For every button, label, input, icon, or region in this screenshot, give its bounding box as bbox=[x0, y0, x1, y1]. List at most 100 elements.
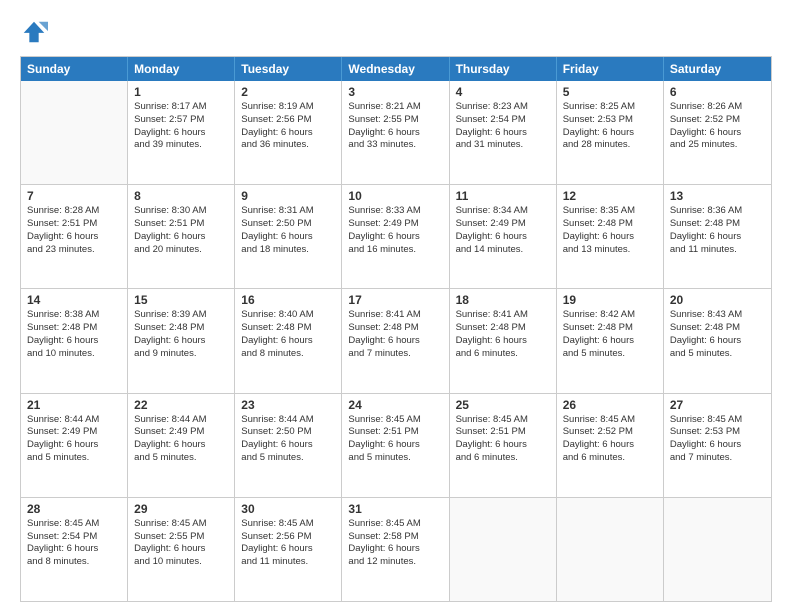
day-number: 3 bbox=[348, 85, 442, 99]
calendar-cell: 4 Sunrise: 8:23 AM Sunset: 2:54 PM Daylig… bbox=[450, 81, 557, 184]
day-number: 30 bbox=[241, 502, 335, 516]
cell-info: Sunrise: 8:44 AM Sunset: 2:49 PM Dayligh… bbox=[134, 414, 228, 465]
calendar-cell: 19 Sunrise: 8:42 AM Sunset: 2:48 PM Dayli… bbox=[557, 289, 664, 392]
calendar-cell: 30 Sunrise: 8:45 AM Sunset: 2:56 PM Dayli… bbox=[235, 498, 342, 601]
calendar-row-5: 28Sunrise: 8:45 AM Sunset: 2:54 PM Dayli… bbox=[21, 497, 771, 601]
calendar-row-1: 1 Sunrise: 8:17 AM Sunset: 2:57 PM Daylig… bbox=[21, 81, 771, 184]
cell-info: Sunrise: 8:23 AM Sunset: 2:54 PM Dayligh… bbox=[456, 101, 550, 152]
day-number: 1 bbox=[134, 85, 228, 99]
day-number: 6 bbox=[670, 85, 765, 99]
cell-info: Sunrise: 8:35 AM Sunset: 2:48 PM Dayligh… bbox=[563, 205, 657, 256]
day-number: 8 bbox=[134, 189, 228, 203]
header-day-sunday: Sunday bbox=[21, 57, 128, 81]
cell-info: Sunrise: 8:26 AM Sunset: 2:52 PM Dayligh… bbox=[670, 101, 765, 152]
calendar-row-3: 14 Sunrise: 8:38 AM Sunset: 2:48 PM Dayli… bbox=[21, 288, 771, 392]
day-number: 27 bbox=[670, 398, 765, 412]
header-day-tuesday: Tuesday bbox=[235, 57, 342, 81]
day-number: 14 bbox=[27, 293, 121, 307]
cell-info: Sunrise: 8:45 AM Sunset: 2:53 PM Dayligh… bbox=[670, 414, 765, 465]
day-number: 11 bbox=[456, 189, 550, 203]
cell-info: Sunrise: 8:40 AM Sunset: 2:48 PM Dayligh… bbox=[241, 309, 335, 360]
header-day-friday: Friday bbox=[557, 57, 664, 81]
cell-info: Sunrise: 8:30 AM Sunset: 2:51 PM Dayligh… bbox=[134, 205, 228, 256]
calendar-cell: 26Sunrise: 8:45 AM Sunset: 2:52 PM Dayli… bbox=[557, 394, 664, 497]
day-number: 4 bbox=[456, 85, 550, 99]
logo-icon bbox=[20, 18, 48, 46]
day-number: 29 bbox=[134, 502, 228, 516]
calendar-cell: 7 Sunrise: 8:28 AM Sunset: 2:51 PM Daylig… bbox=[21, 185, 128, 288]
day-number: 18 bbox=[456, 293, 550, 307]
calendar-cell: 28Sunrise: 8:45 AM Sunset: 2:54 PM Dayli… bbox=[21, 498, 128, 601]
cell-info: Sunrise: 8:45 AM Sunset: 2:54 PM Dayligh… bbox=[27, 518, 121, 569]
page: SundayMondayTuesdayWednesdayThursdayFrid… bbox=[0, 0, 792, 612]
calendar-cell bbox=[664, 498, 771, 601]
calendar-cell: 2Sunrise: 8:19 AM Sunset: 2:56 PM Daylig… bbox=[235, 81, 342, 184]
day-number: 16 bbox=[241, 293, 335, 307]
day-number: 15 bbox=[134, 293, 228, 307]
day-number: 5 bbox=[563, 85, 657, 99]
day-number: 10 bbox=[348, 189, 442, 203]
calendar-cell: 14 Sunrise: 8:38 AM Sunset: 2:48 PM Dayli… bbox=[21, 289, 128, 392]
day-number: 17 bbox=[348, 293, 442, 307]
calendar-cell bbox=[21, 81, 128, 184]
day-number: 13 bbox=[670, 189, 765, 203]
calendar-cell: 29 Sunrise: 8:45 AM Sunset: 2:55 PM Dayli… bbox=[128, 498, 235, 601]
calendar-cell: 17 Sunrise: 8:41 AM Sunset: 2:48 PM Dayli… bbox=[342, 289, 449, 392]
cell-info: Sunrise: 8:45 AM Sunset: 2:55 PM Dayligh… bbox=[134, 518, 228, 569]
calendar-cell bbox=[450, 498, 557, 601]
calendar-cell bbox=[557, 498, 664, 601]
day-number: 25 bbox=[456, 398, 550, 412]
cell-info: Sunrise: 8:44 AM Sunset: 2:49 PM Dayligh… bbox=[27, 414, 121, 465]
calendar-row-4: 21 Sunrise: 8:44 AM Sunset: 2:49 PM Dayli… bbox=[21, 393, 771, 497]
calendar-cell: 10 Sunrise: 8:33 AM Sunset: 2:49 PM Dayli… bbox=[342, 185, 449, 288]
calendar-header: SundayMondayTuesdayWednesdayThursdayFrid… bbox=[21, 57, 771, 81]
calendar-cell: 18 Sunrise: 8:41 AM Sunset: 2:48 PM Dayli… bbox=[450, 289, 557, 392]
day-number: 20 bbox=[670, 293, 765, 307]
calendar: SundayMondayTuesdayWednesdayThursdayFrid… bbox=[20, 56, 772, 602]
day-number: 7 bbox=[27, 189, 121, 203]
calendar-cell: 21 Sunrise: 8:44 AM Sunset: 2:49 PM Dayli… bbox=[21, 394, 128, 497]
cell-info: Sunrise: 8:44 AM Sunset: 2:50 PM Dayligh… bbox=[241, 414, 335, 465]
cell-info: Sunrise: 8:45 AM Sunset: 2:56 PM Dayligh… bbox=[241, 518, 335, 569]
day-number: 31 bbox=[348, 502, 442, 516]
calendar-cell: 22 Sunrise: 8:44 AM Sunset: 2:49 PM Dayli… bbox=[128, 394, 235, 497]
day-number: 21 bbox=[27, 398, 121, 412]
calendar-cell: 20 Sunrise: 8:43 AM Sunset: 2:48 PM Dayli… bbox=[664, 289, 771, 392]
header-day-monday: Monday bbox=[128, 57, 235, 81]
day-number: 23 bbox=[241, 398, 335, 412]
calendar-cell: 16 Sunrise: 8:40 AM Sunset: 2:48 PM Dayli… bbox=[235, 289, 342, 392]
cell-info: Sunrise: 8:19 AM Sunset: 2:56 PM Dayligh… bbox=[241, 101, 335, 152]
calendar-cell: 24Sunrise: 8:45 AM Sunset: 2:51 PM Dayli… bbox=[342, 394, 449, 497]
cell-info: Sunrise: 8:25 AM Sunset: 2:53 PM Dayligh… bbox=[563, 101, 657, 152]
header bbox=[20, 18, 772, 46]
calendar-cell: 6 Sunrise: 8:26 AM Sunset: 2:52 PM Daylig… bbox=[664, 81, 771, 184]
cell-info: Sunrise: 8:17 AM Sunset: 2:57 PM Dayligh… bbox=[134, 101, 228, 152]
calendar-cell: 15 Sunrise: 8:39 AM Sunset: 2:48 PM Dayli… bbox=[128, 289, 235, 392]
cell-info: Sunrise: 8:21 AM Sunset: 2:55 PM Dayligh… bbox=[348, 101, 442, 152]
day-number: 19 bbox=[563, 293, 657, 307]
header-day-wednesday: Wednesday bbox=[342, 57, 449, 81]
calendar-cell: 27 Sunrise: 8:45 AM Sunset: 2:53 PM Dayli… bbox=[664, 394, 771, 497]
cell-info: Sunrise: 8:41 AM Sunset: 2:48 PM Dayligh… bbox=[348, 309, 442, 360]
cell-info: Sunrise: 8:45 AM Sunset: 2:58 PM Dayligh… bbox=[348, 518, 442, 569]
calendar-body: 1 Sunrise: 8:17 AM Sunset: 2:57 PM Daylig… bbox=[21, 81, 771, 601]
cell-info: Sunrise: 8:45 AM Sunset: 2:52 PM Dayligh… bbox=[563, 414, 657, 465]
calendar-cell: 8 Sunrise: 8:30 AM Sunset: 2:51 PM Daylig… bbox=[128, 185, 235, 288]
day-number: 22 bbox=[134, 398, 228, 412]
cell-info: Sunrise: 8:31 AM Sunset: 2:50 PM Dayligh… bbox=[241, 205, 335, 256]
cell-info: Sunrise: 8:45 AM Sunset: 2:51 PM Dayligh… bbox=[348, 414, 442, 465]
calendar-cell: 25Sunrise: 8:45 AM Sunset: 2:51 PM Dayli… bbox=[450, 394, 557, 497]
calendar-cell: 5 Sunrise: 8:25 AM Sunset: 2:53 PM Daylig… bbox=[557, 81, 664, 184]
day-number: 12 bbox=[563, 189, 657, 203]
cell-info: Sunrise: 8:42 AM Sunset: 2:48 PM Dayligh… bbox=[563, 309, 657, 360]
cell-info: Sunrise: 8:38 AM Sunset: 2:48 PM Dayligh… bbox=[27, 309, 121, 360]
cell-info: Sunrise: 8:39 AM Sunset: 2:48 PM Dayligh… bbox=[134, 309, 228, 360]
calendar-cell: 23 Sunrise: 8:44 AM Sunset: 2:50 PM Dayli… bbox=[235, 394, 342, 497]
day-number: 9 bbox=[241, 189, 335, 203]
cell-info: Sunrise: 8:41 AM Sunset: 2:48 PM Dayligh… bbox=[456, 309, 550, 360]
cell-info: Sunrise: 8:33 AM Sunset: 2:49 PM Dayligh… bbox=[348, 205, 442, 256]
calendar-cell: 1 Sunrise: 8:17 AM Sunset: 2:57 PM Daylig… bbox=[128, 81, 235, 184]
calendar-cell: 11Sunrise: 8:34 AM Sunset: 2:49 PM Dayli… bbox=[450, 185, 557, 288]
cell-info: Sunrise: 8:43 AM Sunset: 2:48 PM Dayligh… bbox=[670, 309, 765, 360]
cell-info: Sunrise: 8:28 AM Sunset: 2:51 PM Dayligh… bbox=[27, 205, 121, 256]
